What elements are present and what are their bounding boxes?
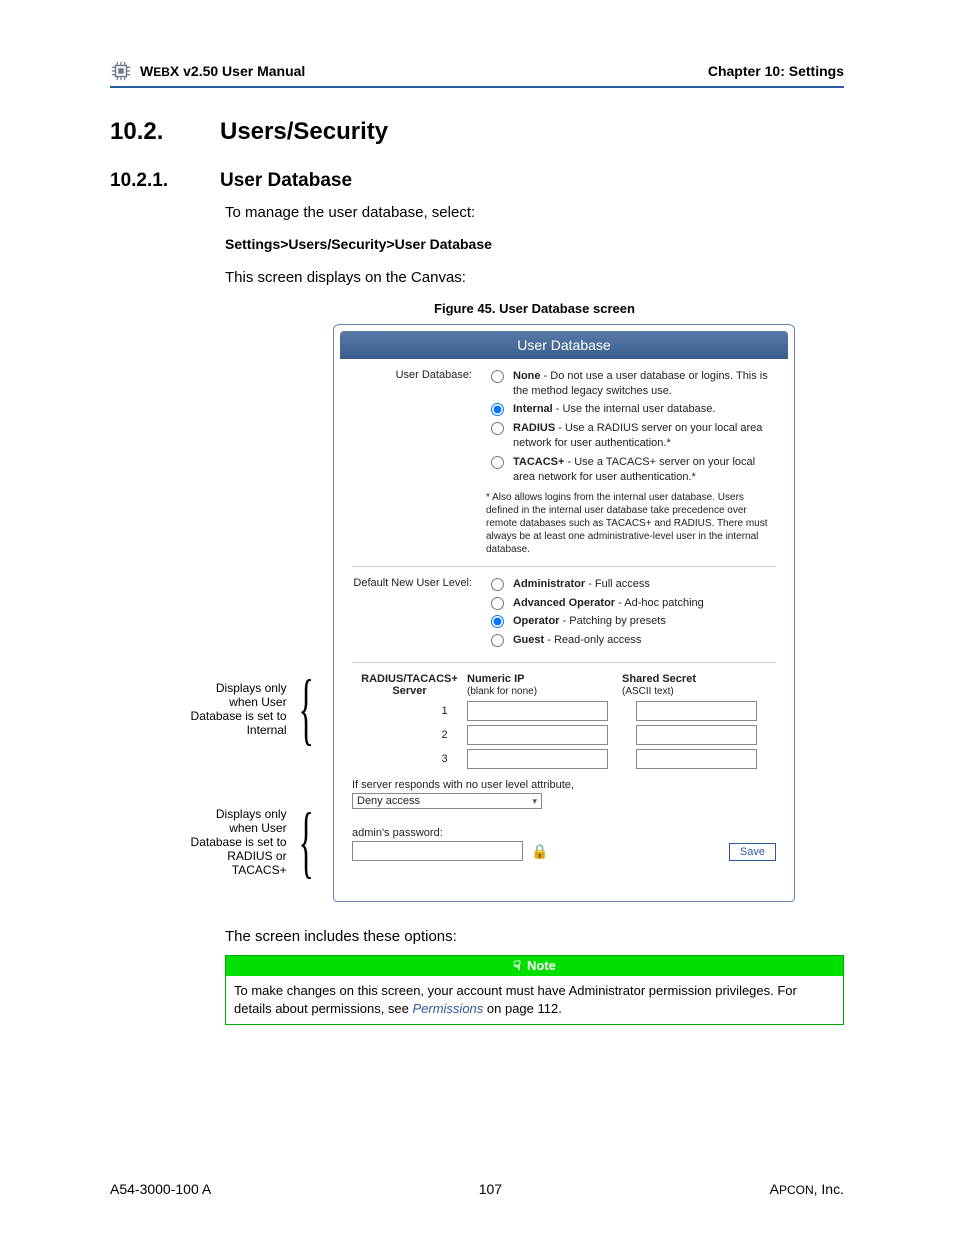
section-heading: 10.2.Users/Security	[110, 118, 844, 146]
radio-tacacs[interactable]	[491, 456, 504, 469]
subsection-heading: 10.2.1.User Database	[110, 170, 844, 192]
intro-text-2: This screen displays on the Canvas:	[225, 267, 844, 288]
chevron-down-icon: ▾	[532, 796, 537, 807]
annotation-internal: Displays only when User Database is set …	[185, 681, 287, 737]
running-header: WEBX v2.50 User Manual Chapter 10: Setti…	[110, 60, 844, 88]
row-number: 2	[422, 729, 467, 741]
radio-operator[interactable]	[491, 615, 504, 628]
radio-radius[interactable]	[491, 422, 504, 435]
annotation-column: Displays only when User Database is set …	[185, 324, 325, 902]
ip-input-1[interactable]	[467, 701, 608, 721]
ip-input-2[interactable]	[467, 725, 608, 745]
column-header: Shared Secret(ASCII text)	[622, 673, 776, 697]
chapter-label: Chapter 10: Settings	[708, 63, 844, 79]
note-title: Note	[527, 958, 556, 973]
lock-icon: 🔒	[531, 843, 548, 860]
radio-none[interactable]	[491, 370, 504, 383]
page-number: 107	[479, 1181, 502, 1197]
field-label: User Database:	[352, 369, 472, 556]
footer-right: APCON, Inc.	[770, 1181, 844, 1197]
panel-title: User Database	[340, 331, 788, 359]
radio-administrator[interactable]	[491, 578, 504, 591]
footnote: * Also allows logins from the internal u…	[486, 491, 776, 556]
figure-caption: Figure 45. User Database screen	[225, 300, 844, 318]
chip-icon	[110, 60, 132, 82]
brace-icon: {	[298, 822, 313, 862]
user-database-panel: User Database User Database: None - Do n…	[333, 324, 795, 902]
brace-icon: {	[298, 689, 313, 729]
radio-guest[interactable]	[491, 634, 504, 647]
secret-input-3[interactable]	[636, 749, 757, 769]
note-box: ☟ Note To make changes on this screen, y…	[225, 955, 844, 1025]
page-footer: A54-3000-100 A 107 APCON, Inc.	[110, 1181, 844, 1197]
password-input[interactable]	[352, 841, 523, 861]
nav-path: Settings>Users/Security>User Database	[225, 235, 844, 255]
column-header: RADIUS/TACACS+ Server	[352, 673, 467, 697]
no-level-label: If server responds with no user level at…	[352, 779, 776, 791]
after-text: The screen includes these options:	[225, 928, 844, 945]
hand-icon: ☟	[513, 958, 521, 974]
radio-advanced-operator[interactable]	[491, 597, 504, 610]
no-level-dropdown[interactable]: Deny access ▾	[352, 793, 542, 809]
row-number: 3	[422, 753, 467, 765]
secret-input-2[interactable]	[636, 725, 757, 745]
manual-title: WEBX v2.50 User Manual	[140, 63, 305, 79]
annotation-radius: Displays only when User Database is set …	[185, 807, 287, 877]
row-number: 1	[422, 705, 467, 717]
column-header: Numeric IP(blank for none)	[467, 673, 622, 697]
ip-input-3[interactable]	[467, 749, 608, 769]
save-button[interactable]: Save	[729, 843, 776, 861]
permissions-link[interactable]: Permissions	[412, 1001, 483, 1016]
field-label: Default New User Level:	[352, 577, 472, 652]
footer-left: A54-3000-100 A	[110, 1181, 211, 1197]
intro-text: To manage the user database, select:	[225, 202, 844, 223]
secret-input-1[interactable]	[636, 701, 757, 721]
radio-internal[interactable]	[491, 403, 504, 416]
password-label: admin's password:	[352, 827, 548, 839]
